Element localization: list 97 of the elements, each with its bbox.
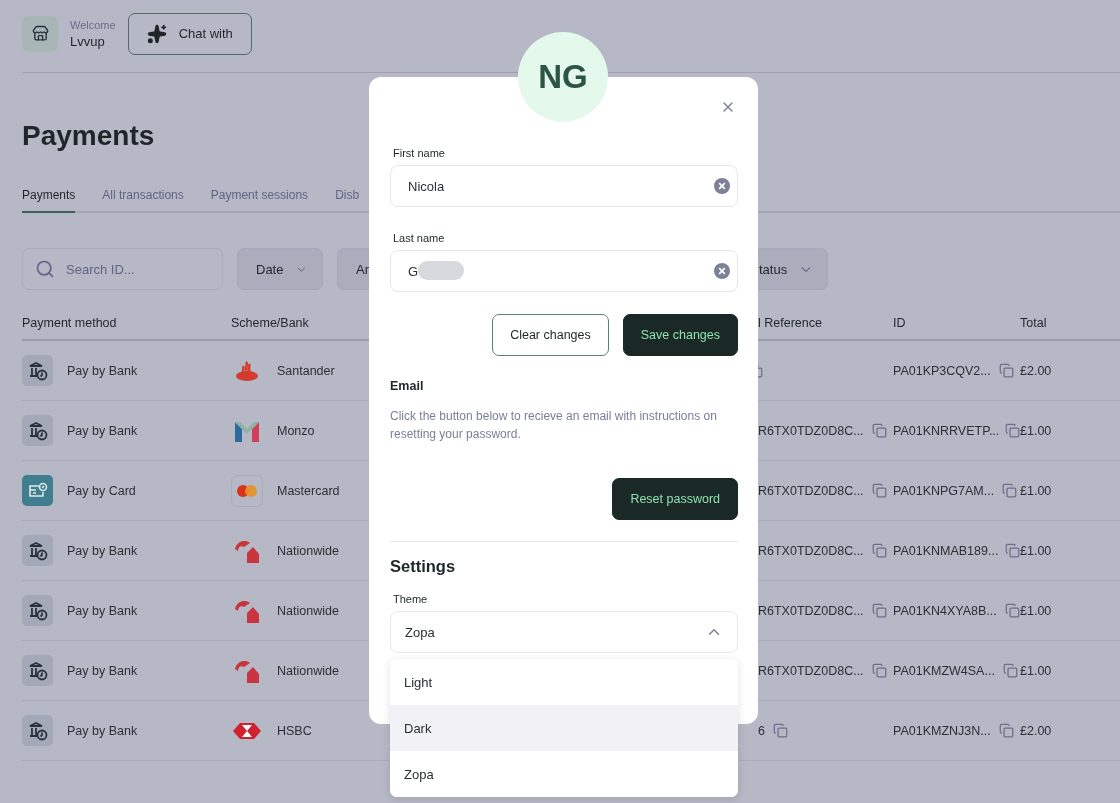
field-label: First name (393, 147, 446, 159)
arch-icon (235, 598, 259, 623)
field-label: Last name (393, 232, 446, 244)
table-cell: Pay by Bank (67, 423, 138, 438)
welcome-label: Welcome (70, 18, 116, 31)
theme-select[interactable]: Zopa (390, 611, 738, 653)
flame-icon (235, 359, 259, 382)
table-cell-text: £2.00 (1020, 723, 1053, 738)
table-cell: Pay by Bank (67, 543, 138, 558)
copy-icon[interactable] (1002, 483, 1018, 498)
field-label: Theme (393, 593, 429, 605)
table-cell: Pay by Bank (67, 723, 138, 738)
bank-clock-icon (22, 595, 53, 626)
table-cell: Pay by Card (67, 483, 136, 498)
menu-option[interactable]: Light (390, 659, 738, 705)
table-cell: R6TX0TDZ0D8C... (758, 663, 864, 678)
avatar-initials: NG (518, 32, 608, 122)
table-cell: Monzo (277, 423, 315, 438)
clear-icon[interactable] (714, 263, 730, 279)
email-description: Click the button below to recieve an email with instructions on resetting your password. (390, 408, 718, 443)
table-cell: HSBC (277, 723, 312, 738)
bank-clock-icon (22, 655, 53, 686)
menu-option[interactable]: Dark (390, 705, 738, 751)
copy-icon[interactable] (772, 723, 788, 738)
table-cell: 6 (758, 723, 765, 738)
column-header: l Reference (758, 316, 823, 330)
table-cell-text: £1.00 (1020, 663, 1053, 678)
table-cell: PA01KP3CQV2... (893, 363, 991, 378)
table-cell: PA01KNPG7AM... (893, 483, 995, 498)
table-cell: Nationwide (277, 663, 339, 678)
page-title: Payments (22, 120, 155, 153)
table-cell: Nationwide (277, 543, 339, 558)
table-cell: PA01KN4XYA8B... (893, 603, 997, 618)
section-heading: Email (390, 379, 425, 393)
copy-icon[interactable] (1005, 543, 1020, 558)
column-header: Total (1020, 316, 1048, 330)
account-name: Lvvup (70, 33, 106, 49)
clear-button[interactable]: Clear changes (492, 314, 609, 356)
bank-clock-icon (22, 715, 53, 746)
copy-icon[interactable] (871, 483, 887, 498)
bank-clock-icon (22, 355, 53, 386)
table-cell-text: £2.00 (1020, 363, 1053, 378)
column-header: ID (893, 316, 907, 330)
redaction-blur (418, 261, 464, 280)
store-icon (22, 15, 58, 52)
table-cell-text: £1.00 (1020, 483, 1053, 498)
column-header: Scheme/Bank (231, 316, 310, 330)
copy-icon[interactable] (1005, 423, 1020, 438)
clear-icon[interactable] (714, 178, 730, 194)
table-cell: R6TX0TDZ0D8C... (758, 423, 864, 438)
input-field[interactable]: G (390, 250, 738, 292)
column-header: Payment method (22, 316, 118, 330)
hexagon-icon (233, 722, 261, 739)
save-button[interactable]: Save changes (622, 314, 738, 356)
copy-icon[interactable] (998, 363, 1014, 378)
search-icon (35, 259, 55, 279)
copy-icon[interactable] (998, 723, 1014, 738)
copy-icon[interactable] (871, 603, 887, 618)
copy-icon[interactable] (871, 423, 887, 438)
section-heading: Settings (390, 557, 457, 576)
letter-m-icon (234, 419, 260, 442)
input-field[interactable]: Nicola (390, 165, 738, 207)
table-cell-text: £1.00 (1020, 603, 1053, 618)
table-cell: R6TX0TDZ0D8C... (758, 543, 864, 558)
table-cell: R6TX0TDZ0D8C... (758, 603, 864, 618)
bank-clock-icon (22, 535, 53, 566)
filter-dropdown[interactable]: Date (237, 248, 323, 290)
arch-icon (235, 658, 259, 683)
chevron-down-icon (801, 265, 811, 273)
table-cell: Mastercard (277, 483, 340, 498)
table-cell: Nationwide (277, 603, 339, 618)
table-cell: Pay by Bank (67, 663, 138, 678)
copy-icon[interactable] (1002, 663, 1018, 678)
search-field[interactable]: Search ID... (22, 248, 223, 290)
copy-icon[interactable] (871, 663, 887, 678)
arch-icon (235, 538, 259, 563)
sparkles-icon (146, 23, 167, 44)
table-cell: PA01KMZNJ3N... (893, 723, 991, 738)
table-cell: PA01KNRRVETP... (893, 423, 997, 438)
menu-option[interactable]: Zopa (390, 751, 738, 797)
table-cell: Santander (277, 363, 335, 378)
chat-button[interactable]: Chat with (127, 12, 252, 55)
copy-icon[interactable] (1004, 603, 1020, 618)
copy-icon[interactable] (871, 543, 887, 558)
table-cell: R6TX0TDZ0D8C... (758, 483, 864, 498)
table-cell: Pay by Bank (67, 603, 138, 618)
bank-clock-icon (22, 415, 53, 446)
card-icon (22, 475, 53, 506)
table-cell-text: £1.00 (1020, 423, 1053, 438)
reset-password-button[interactable]: Reset password (612, 478, 738, 520)
table-cell: PA01KNMAB189... (893, 543, 997, 558)
tab[interactable]: Payments (22, 188, 76, 213)
table-cell: Pay by Bank (67, 363, 138, 378)
table-cell-text: £1.00 (1020, 543, 1053, 558)
overlapping-circles-icon (236, 483, 258, 498)
chevron-down-icon (297, 265, 306, 273)
table-cell: PA01KMZW4SA... (893, 663, 995, 678)
